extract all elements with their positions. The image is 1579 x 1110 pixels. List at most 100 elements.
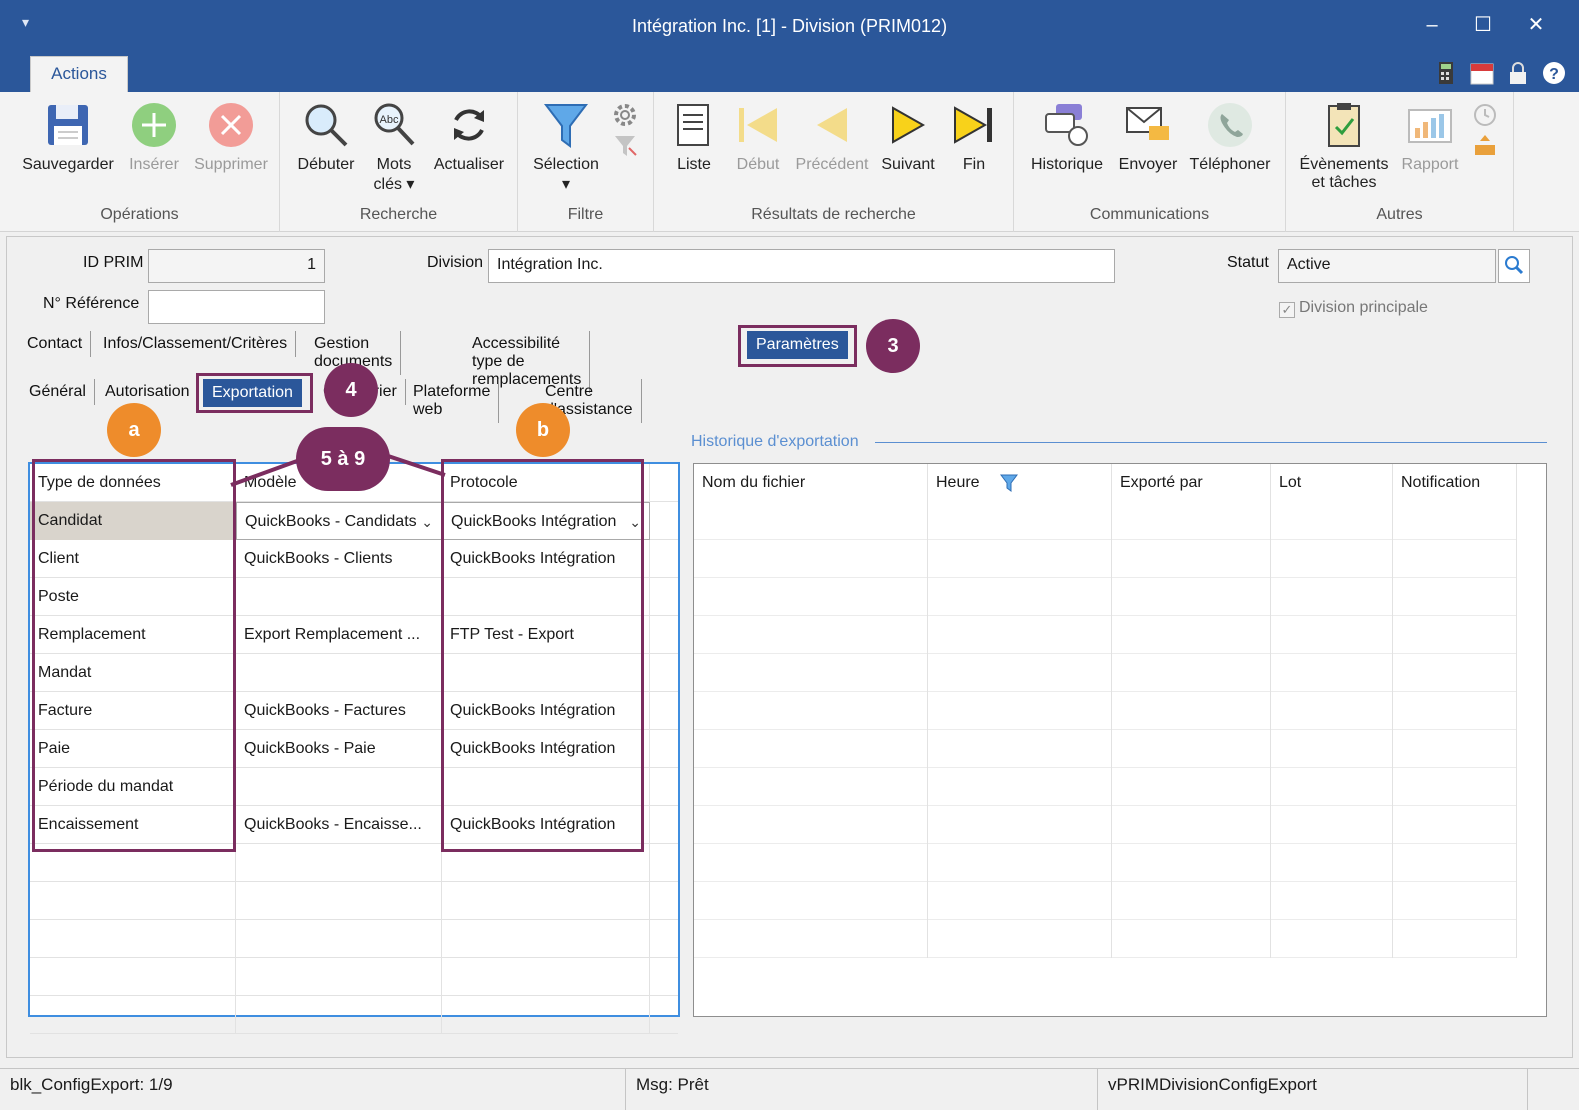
history-cell[interactable]: [928, 578, 1112, 616]
history-cell[interactable]: [928, 616, 1112, 654]
history-cell[interactable]: [1112, 806, 1271, 844]
table-row[interactable]: [30, 958, 678, 996]
history-cell[interactable]: [1271, 616, 1393, 654]
cell-type-donnees[interactable]: [30, 882, 236, 920]
send-button[interactable]: Envoyer: [1114, 100, 1182, 174]
report-button[interactable]: Rapport: [1396, 100, 1464, 174]
cell-protocole[interactable]: [442, 882, 650, 920]
history-cell[interactable]: [1393, 768, 1517, 806]
history-cell[interactable]: [694, 844, 928, 882]
col-heure[interactable]: Heure: [928, 464, 1112, 502]
calendar-icon[interactable]: [1469, 60, 1495, 86]
cell-modele[interactable]: [236, 844, 442, 882]
history-cell[interactable]: [1112, 616, 1271, 654]
minimize-button[interactable]: –: [1417, 10, 1447, 40]
history-cell[interactable]: [1271, 540, 1393, 578]
cell-modele[interactable]: [236, 996, 442, 1034]
extra-tools[interactable]: [1470, 102, 1500, 164]
history-cell[interactable]: [1393, 502, 1517, 540]
history-cell[interactable]: [1271, 806, 1393, 844]
cell-modele[interactable]: QuickBooks - Factures: [236, 692, 442, 730]
history-cell[interactable]: [1112, 768, 1271, 806]
history-row[interactable]: [694, 578, 1517, 616]
cell-modele[interactable]: [236, 882, 442, 920]
history-cell[interactable]: [694, 882, 928, 920]
history-cell[interactable]: [1112, 540, 1271, 578]
history-cell[interactable]: [928, 806, 1112, 844]
history-cell[interactable]: [694, 730, 928, 768]
cell-modele[interactable]: [236, 578, 442, 616]
history-cell[interactable]: [928, 654, 1112, 692]
history-cell[interactable]: [1112, 844, 1271, 882]
division-principale-checkbox[interactable]: ✓ Division principale: [1279, 299, 1428, 318]
history-cell[interactable]: [928, 768, 1112, 806]
history-row[interactable]: [694, 768, 1517, 806]
maximize-button[interactable]: ☐: [1468, 10, 1498, 40]
history-cell[interactable]: [1112, 882, 1271, 920]
history-cell[interactable]: [1393, 540, 1517, 578]
division-field[interactable]: Intégration Inc.: [488, 249, 1115, 283]
history-cell[interactable]: [928, 540, 1112, 578]
history-row[interactable]: [694, 730, 1517, 768]
id-prim-field[interactable]: 1: [148, 249, 325, 283]
table-row[interactable]: [30, 920, 678, 958]
reference-field[interactable]: [148, 290, 325, 324]
last-record-button[interactable]: Fin: [946, 100, 1002, 174]
history-cell[interactable]: [1393, 654, 1517, 692]
lock-icon[interactable]: [1505, 60, 1531, 86]
history-cell[interactable]: [1112, 654, 1271, 692]
previous-button[interactable]: Précédent: [792, 100, 872, 174]
history-row[interactable]: [694, 616, 1517, 654]
subtab-autorisation[interactable]: Autorisation: [97, 379, 199, 405]
filter-settings-button[interactable]: [610, 102, 640, 164]
history-cell[interactable]: [928, 502, 1112, 540]
history-row[interactable]: [694, 806, 1517, 844]
history-cell[interactable]: [694, 540, 928, 578]
column-filter-icon[interactable]: [1000, 474, 1018, 492]
history-cell[interactable]: [1393, 578, 1517, 616]
calculator-icon[interactable]: [1433, 60, 1459, 86]
history-cell[interactable]: [1112, 692, 1271, 730]
history-cell[interactable]: [694, 692, 928, 730]
history-cell[interactable]: [1393, 882, 1517, 920]
history-cell[interactable]: [928, 844, 1112, 882]
history-cell[interactable]: [1271, 502, 1393, 540]
history-cell[interactable]: [1271, 920, 1393, 958]
history-cell[interactable]: [1112, 578, 1271, 616]
history-cell[interactable]: [928, 882, 1112, 920]
keywords-button[interactable]: Abc Mots clés ▾: [366, 100, 422, 194]
cell-modele[interactable]: [236, 768, 442, 806]
history-cell[interactable]: [928, 730, 1112, 768]
cell-modele[interactable]: QuickBooks - Candidats ⌄: [236, 502, 442, 540]
history-cell[interactable]: [1112, 920, 1271, 958]
close-button[interactable]: ✕: [1521, 10, 1551, 40]
history-row[interactable]: [694, 654, 1517, 692]
delete-button[interactable]: Supprimer: [188, 100, 274, 174]
col-nom-fichier[interactable]: Nom du fichier: [694, 464, 928, 502]
history-cell[interactable]: [1112, 502, 1271, 540]
history-cell[interactable]: [928, 920, 1112, 958]
tab-infos-classement[interactable]: Infos/Classement/Critères: [95, 331, 297, 357]
history-cell[interactable]: [1393, 844, 1517, 882]
cell-protocole[interactable]: [442, 920, 650, 958]
history-row[interactable]: [694, 540, 1517, 578]
tab-contact[interactable]: Contact: [19, 331, 92, 357]
cell-modele[interactable]: [236, 920, 442, 958]
list-button[interactable]: Liste: [666, 100, 722, 174]
chevron-down-icon[interactable]: ⌄: [421, 503, 433, 539]
history-cell[interactable]: [1271, 882, 1393, 920]
next-button[interactable]: Suivant: [876, 100, 940, 174]
history-cell[interactable]: [1112, 730, 1271, 768]
save-button[interactable]: Sauvegarder: [18, 100, 118, 174]
col-notification[interactable]: Notification: [1393, 464, 1517, 502]
history-cell[interactable]: [1271, 654, 1393, 692]
statut-search-button[interactable]: [1498, 249, 1530, 283]
history-cell[interactable]: [694, 502, 928, 540]
history-cell[interactable]: [1271, 844, 1393, 882]
phone-button[interactable]: Téléphoner: [1184, 100, 1276, 174]
events-tasks-button[interactable]: Évènements et tâches: [1294, 100, 1394, 192]
cell-modele[interactable]: [236, 958, 442, 996]
history-cell[interactable]: [1393, 806, 1517, 844]
tab-actions[interactable]: Actions: [30, 56, 128, 92]
subtab-general[interactable]: Général: [21, 379, 95, 405]
